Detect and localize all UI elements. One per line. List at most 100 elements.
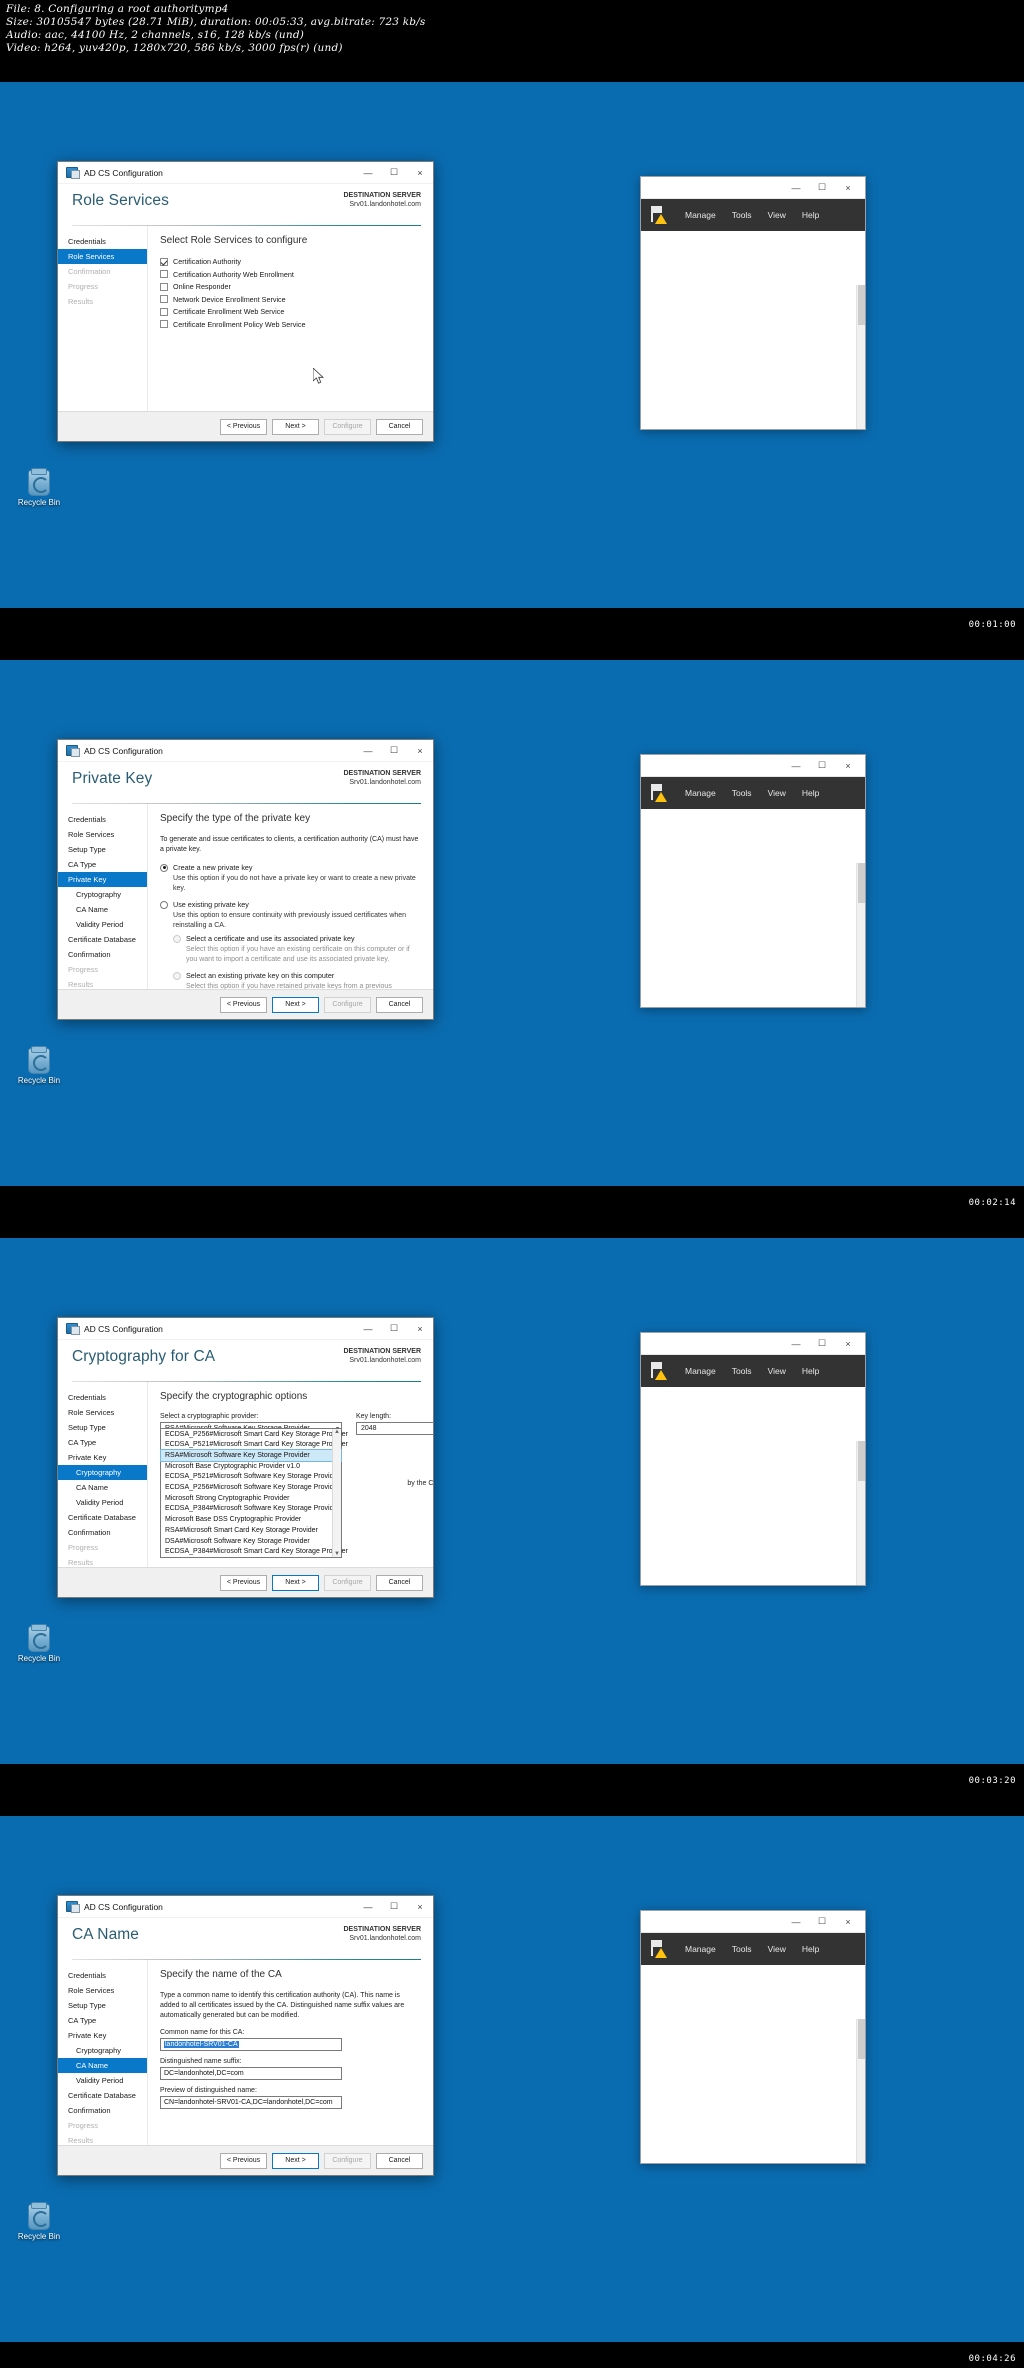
next-button[interactable]: Next > bbox=[272, 2152, 319, 2169]
wizard-nav-list[interactable]: Credentials Role Services Setup Type CA … bbox=[58, 1960, 148, 2166]
close-icon[interactable]: × bbox=[835, 1912, 861, 1932]
maximize-button[interactable]: ☐ bbox=[381, 1896, 407, 1917]
nav-item-confirmation[interactable]: Confirmation bbox=[58, 2103, 147, 2118]
dropdown-option[interactable]: ECDSA_P521#Microsoft Software Key Storag… bbox=[161, 1472, 341, 1483]
flag-notification-icon[interactable] bbox=[647, 204, 669, 226]
dropdown-option[interactable]: Microsoft Base DSS Cryptographic Provide… bbox=[161, 1515, 341, 1526]
radio-create-new-private-key[interactable]: Create a new private key bbox=[160, 863, 421, 872]
server-manager-menubar[interactable]: Manage Tools View Help bbox=[641, 199, 865, 231]
menu-item-tools[interactable]: Tools bbox=[732, 1366, 752, 1376]
nav-item-private-key[interactable]: Private Key bbox=[58, 2028, 147, 2043]
nav-item-progress[interactable]: Progress bbox=[58, 2118, 147, 2133]
dropdown-scrollbar[interactable]: ▲ ▼ bbox=[332, 1429, 341, 1558]
dropdown-option[interactable]: DSA#Microsoft Software Key Storage Provi… bbox=[161, 1536, 341, 1547]
dropdown-option[interactable]: Microsoft Strong Cryptographic Provider bbox=[161, 1493, 341, 1504]
adcs-configuration-dialog[interactable]: AD CS Configuration — ☐ × Role Services … bbox=[57, 161, 434, 442]
menu-item-view[interactable]: View bbox=[768, 788, 786, 798]
wizard-nav-list[interactable]: Credentials Role Services Setup Type CA … bbox=[58, 804, 148, 1010]
menu-item-manage[interactable]: Manage bbox=[685, 1944, 716, 1954]
nav-item-private-key[interactable]: Private Key bbox=[58, 872, 147, 887]
close-button[interactable]: × bbox=[407, 1896, 433, 1917]
menu-item-help[interactable]: Help bbox=[802, 1366, 819, 1376]
next-button[interactable]: Next > bbox=[272, 1574, 319, 1591]
wizard-nav-list[interactable]: Credentials Role Services Confirmation P… bbox=[58, 226, 148, 432]
nav-item-cryptography[interactable]: Cryptography bbox=[58, 1465, 147, 1480]
dialog-titlebar[interactable]: AD CS Configuration — ☐ × bbox=[58, 1318, 433, 1340]
nav-item-credentials[interactable]: Credentials bbox=[58, 812, 147, 827]
nav-item-certificate-database[interactable]: Certificate Database bbox=[58, 1510, 147, 1525]
menu-item-view[interactable]: View bbox=[768, 1944, 786, 1954]
maximize-icon[interactable]: ☐ bbox=[809, 1912, 835, 1932]
server-manager-window[interactable]: — ☐ × Manage Tools View Help Hide bbox=[640, 754, 866, 1008]
checkbox-row[interactable]: Certificate Enrollment Web Service bbox=[160, 307, 421, 316]
flag-notification-icon[interactable] bbox=[647, 1938, 669, 1960]
minimize-icon[interactable]: — bbox=[783, 1912, 809, 1932]
next-button[interactable]: Next > bbox=[272, 418, 319, 435]
server-manager-menubar[interactable]: Manage Tools View Help bbox=[641, 777, 865, 809]
menu-item-tools[interactable]: Tools bbox=[732, 788, 752, 798]
minimize-button[interactable]: — bbox=[355, 1896, 381, 1917]
checkbox-row[interactable]: Certificate Enrollment Policy Web Servic… bbox=[160, 320, 421, 329]
server-manager-titlebar[interactable]: — ☐ × bbox=[641, 1911, 865, 1933]
nav-item-confirmation[interactable]: Confirmation bbox=[58, 1525, 147, 1540]
close-button[interactable]: × bbox=[407, 1318, 433, 1339]
minimize-button[interactable]: — bbox=[355, 1318, 381, 1339]
radio-select-certificate[interactable]: Select a certificate and use its associa… bbox=[173, 934, 421, 943]
checkbox-cert-enrollment-web-service[interactable] bbox=[160, 307, 168, 316]
server-manager-titlebar[interactable]: — ☐ × bbox=[641, 1333, 865, 1355]
close-icon[interactable]: × bbox=[835, 178, 861, 198]
cancel-button[interactable]: Cancel bbox=[376, 1574, 423, 1591]
dropdown-option[interactable]: ECDSA_P521#Microsoft Smart Card Key Stor… bbox=[161, 1440, 348, 1451]
nav-item-credentials[interactable]: Credentials bbox=[58, 1968, 147, 1983]
flag-notification-icon[interactable] bbox=[647, 1360, 669, 1382]
nav-item-role-services[interactable]: Role Services bbox=[58, 249, 147, 264]
menu-item-tools[interactable]: Tools bbox=[732, 1944, 752, 1954]
nav-item-progress[interactable]: Progress bbox=[58, 279, 147, 294]
checkbox-ndes[interactable] bbox=[160, 295, 168, 303]
nav-item-role-services[interactable]: Role Services bbox=[58, 827, 147, 842]
nav-item-setup-type[interactable]: Setup Type bbox=[58, 1420, 147, 1435]
checkbox-online-responder[interactable] bbox=[160, 282, 168, 291]
dropdown-option[interactable]: ECDSA_P384#Microsoft Software Key Storag… bbox=[161, 1504, 341, 1515]
nav-item-validity-period[interactable]: Validity Period bbox=[58, 2073, 147, 2088]
nav-item-validity-period[interactable]: Validity Period bbox=[58, 917, 147, 932]
nav-item-ca-name[interactable]: CA Name bbox=[58, 902, 147, 917]
radio-indicator[interactable] bbox=[173, 971, 181, 980]
nav-item-private-key[interactable]: Private Key bbox=[58, 1450, 147, 1465]
checkbox-certification-authority[interactable] bbox=[160, 257, 168, 266]
menu-item-manage[interactable]: Manage bbox=[685, 1366, 716, 1376]
nav-item-ca-type[interactable]: CA Type bbox=[58, 1435, 147, 1450]
server-manager-titlebar[interactable]: — ☐ × bbox=[641, 755, 865, 777]
server-manager-scrollbar[interactable] bbox=[856, 285, 865, 429]
menu-item-manage[interactable]: Manage bbox=[685, 210, 716, 220]
scrollbar-thumb[interactable] bbox=[858, 863, 865, 903]
checkbox-ca-web-enrollment[interactable] bbox=[160, 270, 168, 278]
recycle-bin-icon[interactable]: Recycle Bin bbox=[10, 468, 68, 508]
recycle-bin-icon[interactable]: Recycle Bin bbox=[10, 2202, 68, 2242]
maximize-icon[interactable]: ☐ bbox=[809, 1334, 835, 1354]
server-manager-menubar[interactable]: Manage Tools View Help bbox=[641, 1933, 865, 1965]
cancel-button[interactable]: Cancel bbox=[376, 2152, 423, 2169]
maximize-icon[interactable]: ☐ bbox=[809, 178, 835, 198]
adcs-configuration-dialog[interactable]: AD CS Configuration — ☐ × Cryptography f… bbox=[57, 1317, 434, 1598]
menu-item-view[interactable]: View bbox=[768, 210, 786, 220]
previous-button[interactable]: < Previous bbox=[220, 996, 267, 1013]
nav-item-certificate-database[interactable]: Certificate Database bbox=[58, 2088, 147, 2103]
close-icon[interactable]: × bbox=[835, 756, 861, 776]
nav-item-setup-type[interactable]: Setup Type bbox=[58, 842, 147, 857]
nav-item-progress[interactable]: Progress bbox=[58, 962, 147, 977]
checkbox-cert-enrollment-policy-web-service[interactable] bbox=[160, 320, 168, 328]
checkbox-row[interactable]: Network Device Enrollment Service bbox=[160, 295, 421, 304]
cancel-button[interactable]: Cancel bbox=[376, 996, 423, 1013]
cryptographic-provider-dropdown[interactable]: ▲ ▼ ECDSA_P256#Microsoft Smart Card Key … bbox=[160, 1428, 348, 1559]
dropdown-option[interactable]: Microsoft Base Cryptographic Provider v1… bbox=[161, 1461, 341, 1472]
server-manager-scrollbar[interactable] bbox=[856, 1441, 865, 1585]
nav-item-cryptography[interactable]: Cryptography bbox=[58, 2043, 147, 2058]
dialog-titlebar[interactable]: AD CS Configuration — ☐ × bbox=[58, 740, 433, 762]
menu-item-manage[interactable]: Manage bbox=[685, 788, 716, 798]
scrollbar-thumb[interactable] bbox=[858, 285, 865, 325]
nav-item-ca-name[interactable]: CA Name bbox=[58, 2058, 147, 2073]
scroll-up-icon[interactable]: ▲ bbox=[334, 1429, 340, 1435]
common-name-input[interactable]: landonhotel-SRV01-CA bbox=[160, 2038, 342, 2051]
nav-item-credentials[interactable]: Credentials bbox=[58, 234, 147, 249]
